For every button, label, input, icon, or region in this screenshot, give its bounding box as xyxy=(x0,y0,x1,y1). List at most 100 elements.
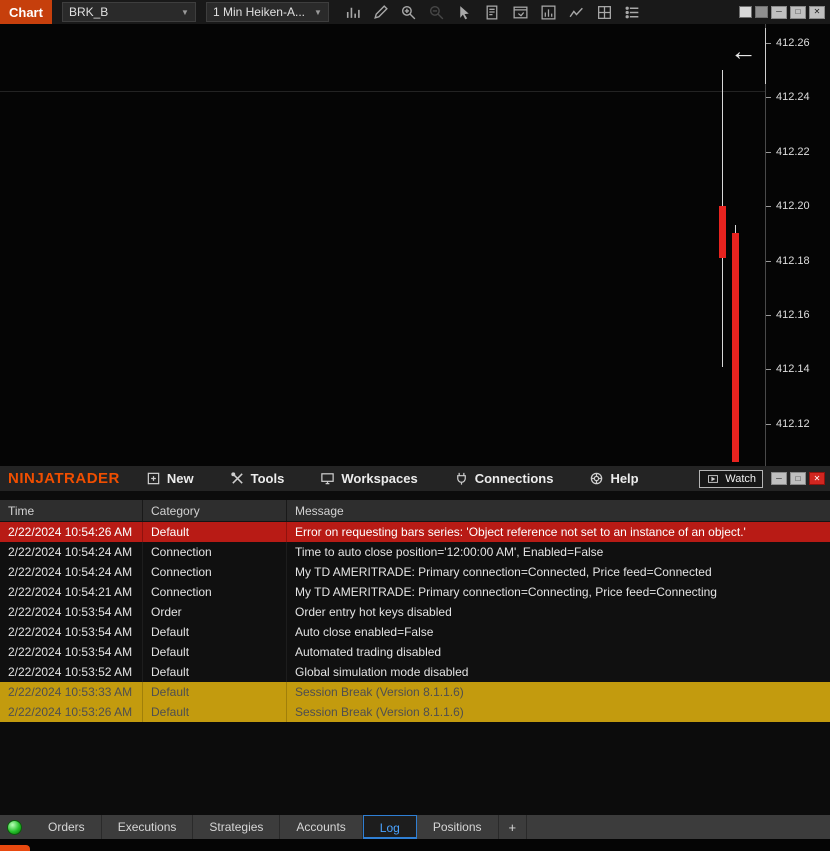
maximize-button[interactable]: □ xyxy=(790,472,806,485)
log-cell-message: Auto close enabled=False xyxy=(287,622,830,642)
connection-status-indicator[interactable] xyxy=(7,820,22,835)
layout-square-light-icon[interactable] xyxy=(739,6,752,18)
menu-help[interactable]: Help xyxy=(589,471,638,486)
log-cell-message: Global simulation mode disabled xyxy=(287,662,830,682)
help-icon xyxy=(589,471,604,486)
connections-icon xyxy=(454,471,469,486)
log-row[interactable]: 2/22/2024 10:54:21 AMConnectionMy TD AME… xyxy=(0,582,830,602)
chart-window-controls: ─□✕ xyxy=(739,6,830,19)
chart-style-icon[interactable] xyxy=(343,3,362,22)
cc-menubar: New Tools Workspaces Connections Help xyxy=(146,471,675,486)
indicators-icon[interactable] xyxy=(567,3,586,22)
log-row[interactable]: 2/22/2024 10:54:24 AMConnectionMy TD AME… xyxy=(0,562,830,582)
menu-connections[interactable]: Connections xyxy=(454,471,554,486)
window-link-icon[interactable] xyxy=(511,3,530,22)
instrument-dropdown[interactable]: BRK_B ▼ xyxy=(62,2,196,22)
minimize-button[interactable]: ─ xyxy=(771,472,787,485)
log-cell-message: My TD AMERITRADE: Primary connection=Con… xyxy=(287,582,830,602)
menu-connections-label: Connections xyxy=(475,471,554,486)
column-header-time[interactable]: Time xyxy=(0,500,143,521)
log-cell-category: Default xyxy=(143,522,287,542)
drawing-tools-icon[interactable] xyxy=(371,3,390,22)
menu-help-label: Help xyxy=(610,471,638,486)
log-cell-time: 2/22/2024 10:53:54 AM xyxy=(0,602,143,622)
chart-toolbar: Chart BRK_B ▼ 1 Min Heiken-A... ▼ ─□✕ xyxy=(0,0,830,24)
log-cell-time: 2/22/2024 10:53:52 AM xyxy=(0,662,143,682)
minimize-button[interactable]: ─ xyxy=(771,6,787,19)
report-icon[interactable] xyxy=(483,3,502,22)
tab-log[interactable]: Log xyxy=(363,815,417,839)
log-empty-area xyxy=(0,722,830,815)
price-tick-label: 412.12 xyxy=(776,418,810,430)
zoom-out-icon[interactable] xyxy=(427,3,446,22)
log-row[interactable]: 2/22/2024 10:53:26 AMDefaultSession Brea… xyxy=(0,702,830,722)
tab-strategies[interactable]: Strategies xyxy=(193,815,280,839)
log-row[interactable]: 2/22/2024 10:53:33 AMDefaultSession Brea… xyxy=(0,682,830,702)
log-row[interactable]: 2/22/2024 10:54:26 AMDefaultError on req… xyxy=(0,522,830,542)
tab-bar: OrdersExecutionsStrategiesAccountsLogPos… xyxy=(0,815,830,839)
chart-window: Chart BRK_B ▼ 1 Min Heiken-A... ▼ ─□✕ ← … xyxy=(0,0,830,466)
log-row[interactable]: 2/22/2024 10:53:54 AMDefaultAuto close e… xyxy=(0,622,830,642)
watch-button[interactable]: Watch xyxy=(699,470,763,488)
properties-icon[interactable] xyxy=(623,3,642,22)
tab-add[interactable]: + xyxy=(499,815,528,839)
price-tick-label: 412.14 xyxy=(776,363,810,375)
back-arrow-icon[interactable]: ← xyxy=(730,38,757,65)
price-tick-mark xyxy=(766,424,771,425)
cursor-icon[interactable] xyxy=(455,3,474,22)
bottom-strip xyxy=(0,839,830,851)
axis-scroll-indicator xyxy=(765,28,766,84)
log-cell-time: 2/22/2024 10:53:26 AM xyxy=(0,702,143,722)
log-cell-message: Session Break (Version 8.1.1.6) xyxy=(287,682,830,702)
tab-accounts[interactable]: Accounts xyxy=(280,815,362,839)
log-cell-category: Connection xyxy=(143,542,287,562)
tab-orders[interactable]: Orders xyxy=(32,815,102,839)
tools-icon xyxy=(230,471,245,486)
window-title: Chart xyxy=(0,0,52,24)
price-tick-mark xyxy=(766,206,771,207)
price-tick-mark xyxy=(766,315,771,316)
menu-tools[interactable]: Tools xyxy=(230,471,285,486)
zoom-in-icon[interactable] xyxy=(399,3,418,22)
log-cell-time: 2/22/2024 10:53:33 AM xyxy=(0,682,143,702)
chart-toolbar-icons xyxy=(343,3,642,22)
log-row[interactable]: 2/22/2024 10:53:54 AMDefaultAutomated tr… xyxy=(0,642,830,662)
menu-workspaces-label: Workspaces xyxy=(341,471,417,486)
column-header-category[interactable]: Category xyxy=(143,500,287,521)
price-tick-mark xyxy=(766,369,771,370)
menu-workspaces[interactable]: Workspaces xyxy=(320,471,417,486)
log-row[interactable]: 2/22/2024 10:53:52 AMDefaultGlobal simul… xyxy=(0,662,830,682)
control-center-header: NINJATRADER New Tools Workspaces Connection… xyxy=(0,466,830,491)
log-cell-category: Connection xyxy=(143,582,287,602)
tab-executions[interactable]: Executions xyxy=(102,815,194,839)
maximize-button[interactable]: □ xyxy=(790,6,806,19)
log-cell-message: My TD AMERITRADE: Primary connection=Con… xyxy=(287,562,830,582)
log-row[interactable]: 2/22/2024 10:53:54 AMOrderOrder entry ho… xyxy=(0,602,830,622)
log-cell-time: 2/22/2024 10:54:26 AM xyxy=(0,522,143,542)
close-button[interactable]: ✕ xyxy=(809,472,825,485)
data-grid-icon[interactable] xyxy=(595,3,614,22)
column-header-message[interactable]: Message xyxy=(287,500,830,521)
control-center: NINJATRADER New Tools Workspaces Connection… xyxy=(0,466,830,851)
new-icon xyxy=(146,471,161,486)
price-tick-label: 412.22 xyxy=(776,146,810,158)
chart-plot[interactable]: ← xyxy=(0,24,765,466)
price-tick-label: 412.18 xyxy=(776,255,810,267)
log-cell-message: Automated trading disabled xyxy=(287,642,830,662)
log-row[interactable]: 2/22/2024 10:54:24 AMConnectionTime to a… xyxy=(0,542,830,562)
layout-square-gray-icon[interactable] xyxy=(755,6,768,18)
log-spacer xyxy=(0,491,830,500)
price-tick-label: 412.16 xyxy=(776,309,810,321)
log-cell-category: Default xyxy=(143,662,287,682)
tab-positions[interactable]: Positions xyxy=(417,815,499,839)
log-cell-category: Default xyxy=(143,682,287,702)
period-dropdown[interactable]: 1 Min Heiken-A... ▼ xyxy=(206,2,329,22)
price-tick-mark xyxy=(766,152,771,153)
price-axis[interactable]: 412.26412.24412.22412.20412.18412.16412.… xyxy=(765,24,830,466)
menu-new[interactable]: New xyxy=(146,471,194,486)
ninjatrader-logo: NINJATRADER xyxy=(8,470,120,487)
candle-body xyxy=(732,233,739,462)
chart-trader-icon[interactable] xyxy=(539,3,558,22)
close-button[interactable]: ✕ xyxy=(809,6,825,19)
menu-new-label: New xyxy=(167,471,194,486)
